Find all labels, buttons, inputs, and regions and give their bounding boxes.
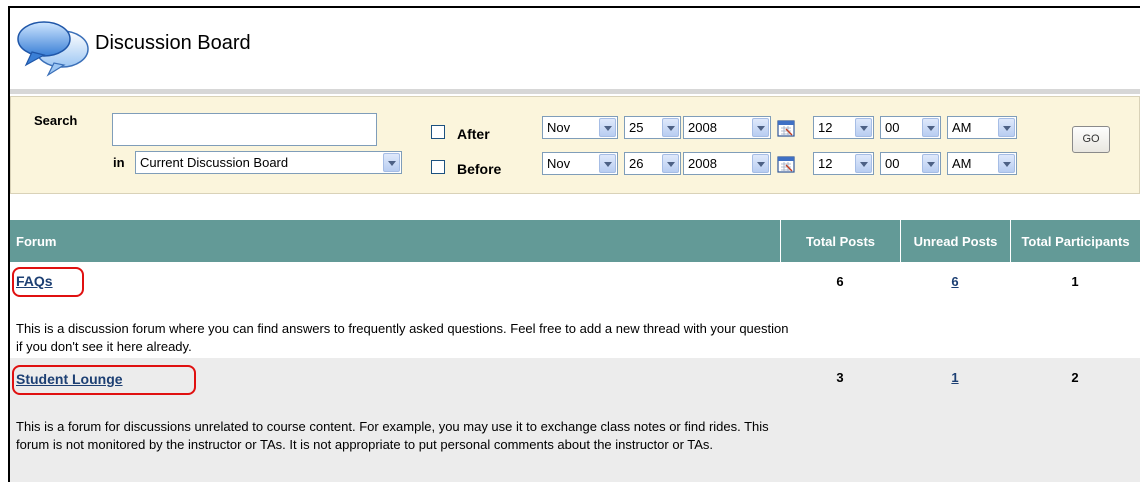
after-day-select[interactable]: 25 [624, 116, 681, 139]
before-year-select[interactable]: 2008 [683, 152, 771, 175]
after-minute-value: 00 [885, 120, 900, 135]
unread-posts-cell[interactable]: 6 [925, 274, 985, 289]
chevron-down-icon [922, 118, 939, 137]
total-posts-cell: 6 [836, 274, 844, 289]
before-year-value: 2008 [688, 156, 717, 171]
chevron-down-icon [752, 154, 769, 173]
after-hour-value: 12 [818, 120, 833, 135]
table-row: FAQs 6 6 1 This is a discussion forum wh… [10, 262, 1140, 358]
column-header-total-posts[interactable]: Total Posts [780, 220, 900, 262]
chevron-down-icon [998, 154, 1015, 173]
discussion-bubbles-icon [17, 21, 89, 77]
after-hour-select[interactable]: 12 [813, 116, 874, 139]
unread-posts-link[interactable]: 1 [951, 370, 958, 385]
before-day-select[interactable]: 26 [624, 152, 681, 175]
before-label: Before [457, 161, 502, 177]
calendar-icon[interactable] [777, 119, 795, 137]
chevron-down-icon [599, 118, 616, 137]
unread-posts-link[interactable]: 6 [951, 274, 958, 289]
before-ampm-value: AM [952, 156, 972, 171]
forum-link-student-lounge[interactable]: Student Lounge [16, 371, 123, 387]
scope-select[interactable]: Current Discussion Board [135, 151, 402, 174]
scope-select-value: Current Discussion Board [140, 155, 289, 170]
forum-description: This is a discussion forum where you can… [16, 321, 789, 354]
after-year-select[interactable]: 2008 [683, 116, 771, 139]
after-checkbox[interactable] [431, 125, 445, 139]
after-ampm-select[interactable]: AM [947, 116, 1017, 139]
chevron-down-icon [855, 118, 872, 137]
chevron-down-icon [662, 118, 679, 137]
chevron-down-icon [383, 153, 400, 172]
chevron-down-icon [998, 118, 1015, 137]
chevron-down-icon [599, 154, 616, 173]
page-title: Discussion Board [95, 32, 251, 54]
total-participants-cell: 2 [1071, 370, 1079, 385]
chevron-down-icon [662, 154, 679, 173]
after-ampm-value: AM [952, 120, 972, 135]
before-hour-value: 12 [818, 156, 833, 171]
after-minute-select[interactable]: 00 [880, 116, 941, 139]
table-row: Student Lounge 3 1 2 This is a forum for… [10, 358, 1140, 482]
before-day-value: 26 [629, 156, 644, 171]
total-posts-cell: 3 [836, 370, 844, 385]
total-participants-cell: 1 [1071, 274, 1079, 289]
after-day-value: 25 [629, 120, 644, 135]
forum-description: This is a forum for discussions unrelate… [16, 419, 769, 452]
before-ampm-select[interactable]: AM [947, 152, 1017, 175]
calendar-icon[interactable] [777, 155, 795, 173]
go-button[interactable]: GO [1072, 126, 1110, 153]
chevron-down-icon [855, 154, 872, 173]
forum-table-header: Forum Total Posts Unread Posts Total Par… [10, 220, 1140, 262]
header-divider [10, 89, 1140, 94]
column-header-unread-posts[interactable]: Unread Posts [900, 220, 1010, 262]
forum-link-faqs[interactable]: FAQs [16, 273, 53, 289]
before-month-select[interactable]: Nov [542, 152, 618, 175]
unread-posts-cell[interactable]: 1 [925, 370, 985, 385]
search-in-label: in [113, 155, 125, 170]
search-label: Search [34, 113, 78, 128]
search-panel: Search in Current Discussion Board After… [10, 96, 1140, 194]
chevron-down-icon [922, 154, 939, 173]
before-hour-select[interactable]: 12 [813, 152, 874, 175]
after-label: After [457, 126, 490, 142]
column-header-total-participants[interactable]: Total Participants [1010, 220, 1140, 262]
before-checkbox[interactable] [431, 160, 445, 174]
before-month-value: Nov [547, 156, 571, 171]
column-header-forum[interactable]: Forum [10, 220, 780, 262]
page-header: Discussion Board [10, 8, 1140, 88]
before-minute-value: 00 [885, 156, 900, 171]
chevron-down-icon [752, 118, 769, 137]
discussion-board-page: Discussion Board Search in Current Discu… [8, 6, 1140, 482]
before-minute-select[interactable]: 00 [880, 152, 941, 175]
after-month-select[interactable]: Nov [542, 116, 618, 139]
after-year-value: 2008 [688, 120, 717, 135]
search-input[interactable] [112, 113, 377, 146]
after-month-value: Nov [547, 120, 571, 135]
